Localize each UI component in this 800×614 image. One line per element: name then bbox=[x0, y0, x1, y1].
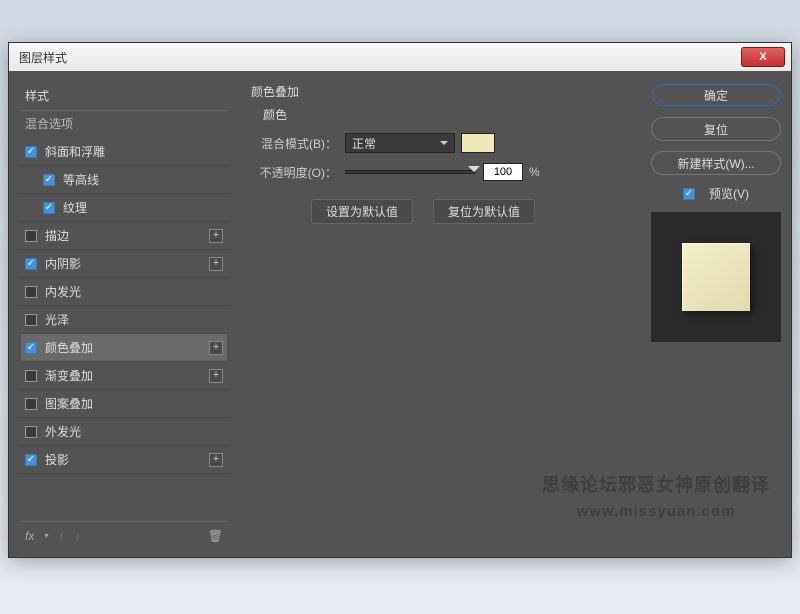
preview-toggle[interactable]: 预览(V) bbox=[683, 185, 749, 202]
arrow-down-icon[interactable]: ↓ bbox=[74, 529, 80, 543]
style-item[interactable]: 图案叠加 bbox=[21, 390, 227, 418]
fx-icon[interactable]: fx bbox=[25, 529, 34, 543]
arrow-up-icon[interactable]: ↑ bbox=[58, 529, 64, 543]
blend-mode-label: 混合模式(B)： bbox=[251, 135, 337, 152]
style-item-label: 渐变叠加 bbox=[45, 367, 93, 384]
style-item-label: 图案叠加 bbox=[45, 395, 93, 412]
style-list: 斜面和浮雕等高线纹理描边 + 内阴影 + 内发光光泽颜色叠加 + 渐变叠加 + 图案叠加外发光投… bbox=[21, 138, 227, 521]
opacity-label: 不透明度(O)： bbox=[251, 164, 337, 181]
titlebar[interactable]: 图层样式 X bbox=[9, 43, 791, 71]
watermark-url: www.missyuan.com bbox=[542, 500, 770, 524]
slider-thumb-icon[interactable] bbox=[468, 166, 480, 178]
style-checkbox[interactable] bbox=[25, 426, 37, 438]
style-item-label: 斜面和浮雕 bbox=[45, 143, 105, 160]
style-item-label: 内发光 bbox=[45, 283, 81, 300]
set-default-button[interactable]: 设置为默认值 bbox=[311, 199, 413, 224]
style-item-label: 投影 bbox=[45, 451, 69, 468]
default-buttons-row: 设置为默认值 复位为默认值 bbox=[311, 199, 625, 224]
style-item-label: 光泽 bbox=[45, 311, 69, 328]
style-item[interactable]: 描边 + bbox=[21, 222, 227, 250]
add-effect-icon[interactable]: + bbox=[209, 257, 223, 271]
close-icon: X bbox=[759, 51, 766, 63]
opacity-slider[interactable] bbox=[345, 170, 475, 174]
color-swatch[interactable] bbox=[461, 133, 495, 153]
sidebar-styles-header[interactable]: 样式 bbox=[21, 83, 227, 110]
color-section-label: 颜色 bbox=[263, 106, 625, 123]
style-checkbox[interactable] bbox=[25, 230, 37, 242]
opacity-unit: % bbox=[529, 165, 540, 179]
style-checkbox[interactable] bbox=[25, 258, 37, 270]
preview-checkbox[interactable] bbox=[683, 188, 695, 200]
add-effect-icon[interactable]: + bbox=[209, 369, 223, 383]
style-checkbox[interactable] bbox=[25, 370, 37, 382]
style-checkbox[interactable] bbox=[25, 146, 37, 158]
preview-label: 预览(V) bbox=[709, 185, 749, 202]
style-item[interactable]: 渐变叠加 + bbox=[21, 362, 227, 390]
style-item[interactable]: 光泽 bbox=[21, 306, 227, 334]
style-item-label: 外发光 bbox=[45, 423, 81, 440]
blend-mode-value: 正常 bbox=[352, 135, 376, 152]
style-checkbox[interactable] bbox=[43, 174, 55, 186]
blend-mode-select[interactable]: 正常 bbox=[345, 133, 455, 153]
style-item[interactable]: 外发光 bbox=[21, 418, 227, 446]
ok-button[interactable]: 确定 bbox=[651, 83, 781, 107]
close-button[interactable]: X bbox=[741, 47, 785, 67]
add-effect-icon[interactable]: + bbox=[209, 341, 223, 355]
style-checkbox[interactable] bbox=[43, 202, 55, 214]
reset-default-button[interactable]: 复位为默认值 bbox=[433, 199, 535, 224]
style-item[interactable]: 纹理 bbox=[21, 194, 227, 222]
style-item[interactable]: 等高线 bbox=[21, 166, 227, 194]
style-checkbox[interactable] bbox=[25, 314, 37, 326]
style-item-label: 纹理 bbox=[63, 199, 87, 216]
style-checkbox[interactable] bbox=[25, 454, 37, 466]
cancel-button[interactable]: 复位 bbox=[651, 117, 781, 141]
style-checkbox[interactable] bbox=[25, 398, 37, 410]
sidebar-blend-options[interactable]: 混合选项 bbox=[21, 110, 227, 138]
style-item-label: 等高线 bbox=[63, 171, 99, 188]
blend-mode-row: 混合模式(B)： 正常 bbox=[251, 133, 625, 153]
style-item-label: 内阴影 bbox=[45, 255, 81, 272]
trash-icon[interactable]: 🗑 bbox=[208, 529, 223, 543]
style-item[interactable]: 颜色叠加 + bbox=[21, 334, 227, 362]
style-checkbox[interactable] bbox=[25, 286, 37, 298]
opacity-row: 不透明度(O)： % bbox=[251, 163, 625, 181]
style-item[interactable]: 内发光 bbox=[21, 278, 227, 306]
style-item[interactable]: 内阴影 + bbox=[21, 250, 227, 278]
watermark: 思缘论坛邪恶女神原创翻译 www.missyuan.com bbox=[542, 471, 770, 524]
add-effect-icon[interactable]: + bbox=[209, 453, 223, 467]
watermark-line1: 思缘论坛邪恶女神原创翻译 bbox=[542, 471, 770, 500]
opacity-input[interactable] bbox=[483, 163, 523, 181]
preview-thumbnail bbox=[682, 243, 750, 311]
style-item-label: 颜色叠加 bbox=[45, 339, 93, 356]
sidebar: 样式 混合选项 斜面和浮雕等高线纹理描边 + 内阴影 + 内发光光泽颜色叠加 + 渐变叠加 +… bbox=[9, 71, 235, 557]
style-item-label: 描边 bbox=[45, 227, 69, 244]
panel-title: 颜色叠加 bbox=[251, 83, 625, 100]
style-checkbox[interactable] bbox=[25, 342, 37, 354]
new-style-button[interactable]: 新建样式(W)... bbox=[651, 151, 781, 175]
chevron-down-icon[interactable]: ▾ bbox=[44, 531, 48, 540]
sidebar-footer: fx ▾ ↑ ↓ 🗑 bbox=[21, 521, 227, 549]
add-effect-icon[interactable]: + bbox=[209, 229, 223, 243]
style-item[interactable]: 投影 + bbox=[21, 446, 227, 474]
window-title: 图层样式 bbox=[19, 49, 741, 66]
preview-box bbox=[651, 212, 781, 342]
style-item[interactable]: 斜面和浮雕 bbox=[21, 138, 227, 166]
